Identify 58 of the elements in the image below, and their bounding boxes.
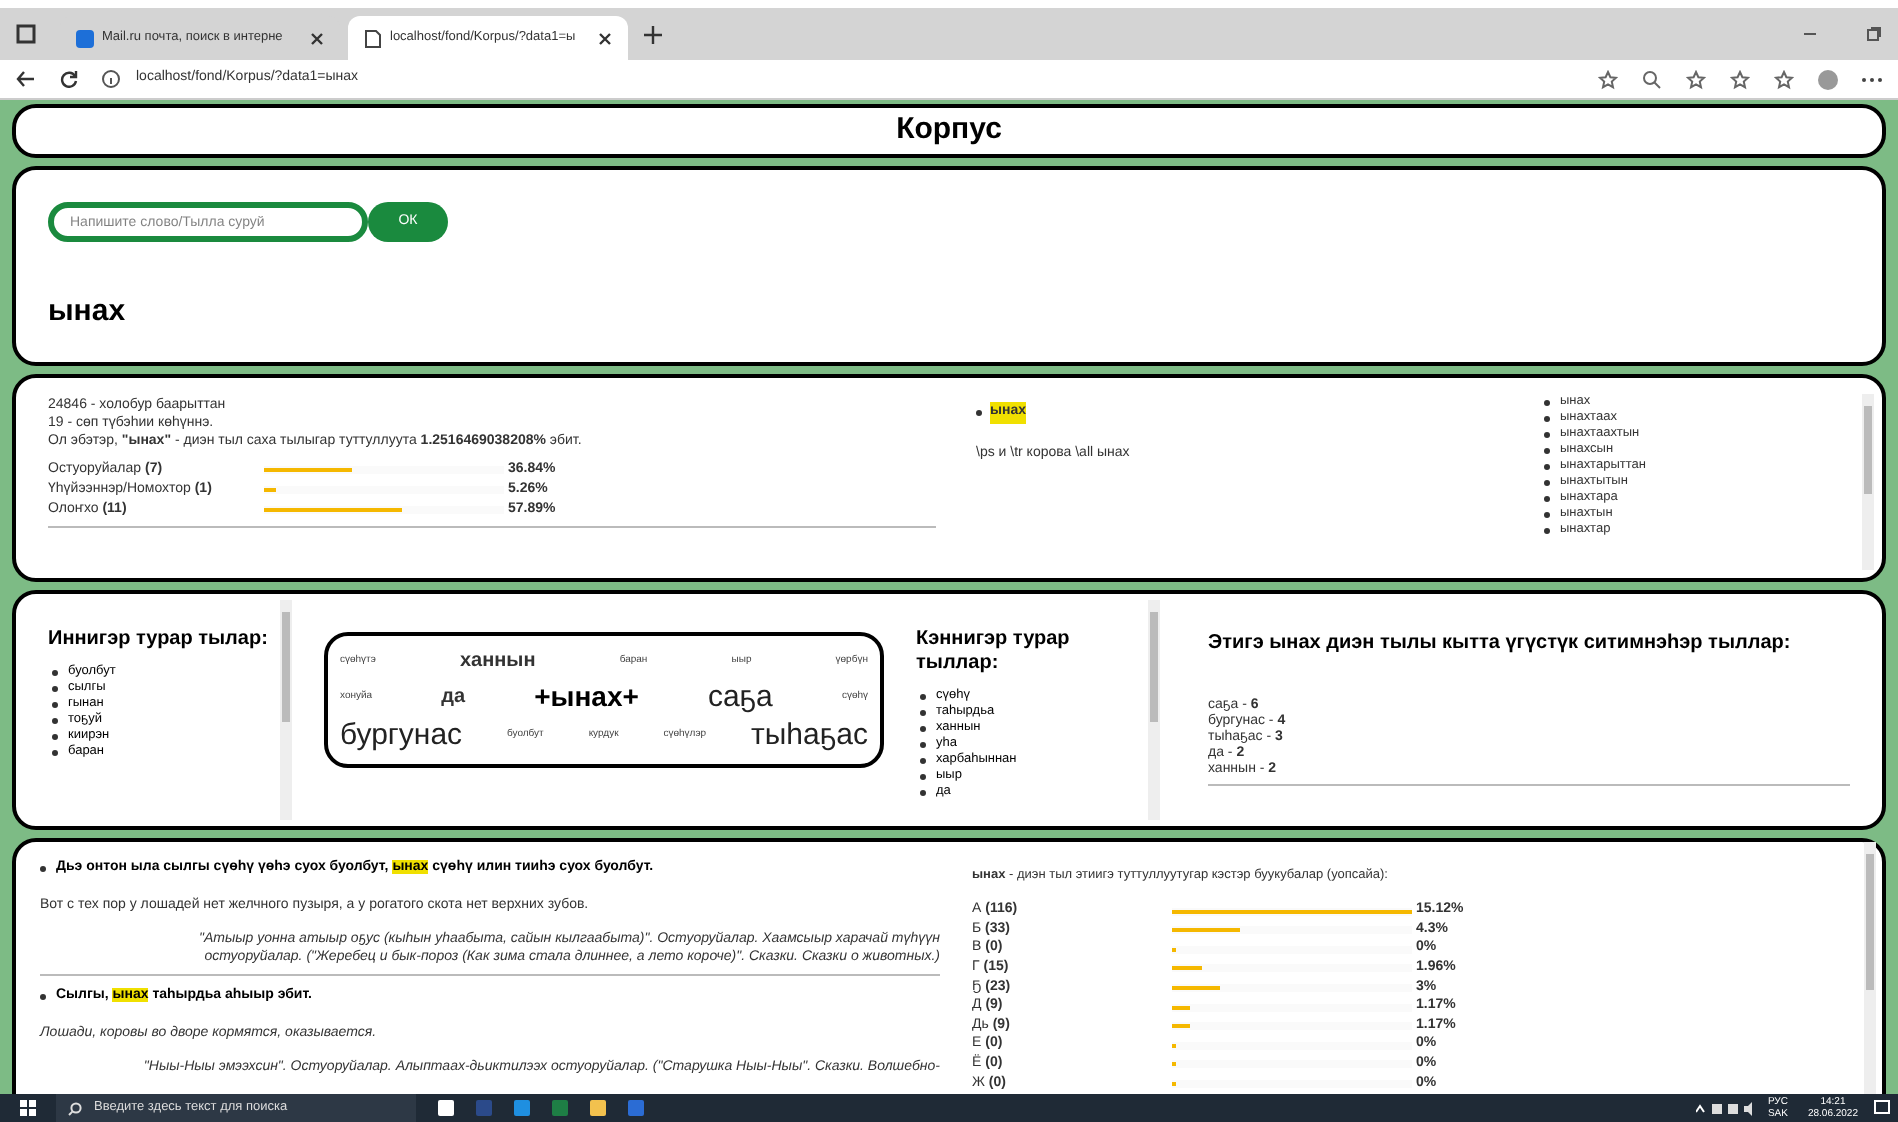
bullet-icon: [40, 865, 46, 872]
restore-icon[interactable]: [1866, 26, 1882, 42]
windows-logo-icon[interactable]: [20, 1100, 36, 1116]
tab-actions-icon[interactable]: [16, 24, 36, 44]
bullet-icon: [976, 409, 982, 416]
list-heading: Иннигэр турар тылар:: [48, 628, 270, 652]
cloud-word: саҕа: [707, 679, 773, 715]
bullet-icon: [1544, 511, 1550, 517]
favorite-add-icon[interactable]: [1686, 69, 1706, 89]
bullet-icon: [1544, 527, 1550, 533]
bullet-icon: [920, 709, 926, 715]
bullet-icon: [920, 789, 926, 795]
scrollbar[interactable]: [280, 600, 292, 820]
back-icon[interactable]: [16, 70, 36, 88]
bullet-icon: [52, 701, 58, 707]
new-tab-icon[interactable]: [644, 25, 662, 43]
cloud-word: бургунас: [340, 718, 463, 754]
bullet-icon: [920, 773, 926, 779]
profile-icon[interactable]: [1818, 69, 1838, 89]
bullet-icon: [52, 717, 58, 723]
bullet-icon: [40, 993, 46, 1000]
scrollbar[interactable]: [1148, 600, 1160, 820]
close-icon[interactable]: [310, 31, 324, 45]
bullet-icon: [52, 733, 58, 739]
page-icon: [364, 29, 382, 47]
cloud-word: тыһаҕас: [751, 718, 868, 754]
bullet-icon: [920, 693, 926, 699]
bullet-icon: [1544, 447, 1550, 453]
bullet-icon: [920, 757, 926, 763]
notifications-icon[interactable]: [1874, 1100, 1890, 1116]
page-title: Корпус: [896, 110, 1002, 151]
bullet-icon: [1544, 479, 1550, 485]
favorites-icon[interactable]: [1730, 69, 1750, 89]
scrollbar[interactable]: [1862, 394, 1874, 570]
bullet-icon: [52, 685, 58, 691]
query-word: ынах: [48, 292, 128, 332]
bullet-icon: [52, 669, 58, 675]
bullet-icon: [1544, 463, 1550, 469]
bullet-icon: [1544, 431, 1550, 437]
zoom-icon[interactable]: [1642, 69, 1662, 89]
cloud-word: +ынах+: [534, 678, 639, 716]
list-heading: Кэннигэр турар тыллар:: [916, 628, 1072, 676]
tray-icon[interactable]: [1695, 1101, 1756, 1115]
scrollbar[interactable]: [1864, 842, 1876, 1094]
bullet-icon: [920, 725, 926, 731]
cloud-word: ханнын: [459, 648, 536, 676]
info-icon[interactable]: [102, 70, 120, 88]
frequent-heading: Этигэ ынах диэн тылы кытта үгүстүк ситимнэһэр тыллар:: [1208, 630, 1793, 658]
mail-icon: [76, 29, 94, 47]
bullet-icon: [920, 741, 926, 747]
bullet-icon: [1544, 399, 1550, 405]
cloud-word: да: [441, 684, 466, 712]
search-icon: [68, 1101, 82, 1115]
close-icon[interactable]: [598, 31, 612, 45]
bullet-icon: [1544, 415, 1550, 421]
refresh-icon[interactable]: [60, 70, 78, 88]
bullet-icon: [1544, 495, 1550, 501]
bullet-icon: [52, 749, 58, 755]
